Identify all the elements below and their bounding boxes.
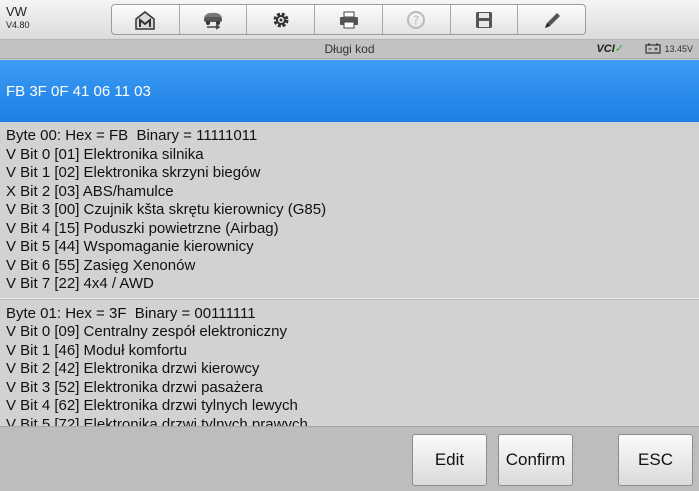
battery-icon [645, 43, 662, 54]
save-icon [475, 11, 492, 28]
svg-text:?: ? [413, 13, 419, 27]
gear-icon [273, 12, 289, 27]
print-button[interactable] [315, 5, 383, 34]
bit-line: V Bit 0 [09] Centralny zespół elektronic… [6, 323, 287, 340]
confirm-button[interactable]: Confirm [498, 434, 573, 486]
vci-status: VCI✓ [596, 42, 624, 55]
edit-pen-button[interactable] [518, 5, 585, 34]
edit-button[interactable]: Edit [412, 434, 487, 486]
byte-block[interactable]: Byte 00: Hex = FB Binary = 11111011 V Bi… [0, 122, 699, 299]
byte-block[interactable]: Byte 01: Hex = 3F Binary = 00111111 V Bi… [0, 298, 699, 427]
esc-button[interactable]: ESC [618, 434, 693, 486]
bit-line: V Bit 0 [01] Elektronika silnika [6, 145, 204, 163]
bit-line: V Bit 6 [55] Zasięg Xenonów [6, 256, 196, 274]
bit-line: X Bit 2 [03] ABS/hamulce [6, 182, 174, 200]
long-code-value: FB 3F 0F 41 06 11 03 [6, 83, 151, 100]
software-version: V4.80 [6, 20, 30, 30]
top-toolbar: VW V4.80 ? [0, 0, 699, 40]
bit-line: V Bit 3 [00] Czujnik kšta skrętu kierown… [6, 201, 327, 218]
battery-voltage: 13.45V [664, 43, 693, 54]
bit-line: V Bit 5 [44] Wspomaganie kierownicy [6, 238, 254, 255]
save-button[interactable] [451, 5, 519, 34]
settings-button[interactable] [247, 5, 316, 34]
bit-line: V Bit 2 [42] Elektronika drzwi kierowcy [6, 360, 260, 377]
toolbar-buttons: ? [111, 4, 586, 35]
bit-line: V Bit 4 [62] Elektronika drzwi tylnych l… [6, 397, 298, 414]
byte-header: Byte 01: Hex = 3F Binary = 00111111 [6, 304, 256, 322]
byte-decode-list[interactable]: Byte 00: Hex = FB Binary = 11111011 V Bi… [0, 122, 699, 426]
home-icon [135, 10, 156, 30]
bit-line: V Bit 5 [72] Elektronika drzwi tylnych p… [6, 415, 308, 427]
vehicle-swap-icon [204, 12, 223, 30]
bit-line: V Bit 1 [02] Elektronika skrzyni biegów [6, 164, 261, 181]
home-button[interactable] [112, 5, 180, 34]
brand-block: VW V4.80 [6, 5, 30, 31]
byte-header: Byte 00: Hex = FB Binary = 11111011 [6, 127, 258, 144]
bottom-action-bar: Edit Confirm ESC [0, 426, 699, 491]
help-button[interactable]: ? [383, 5, 451, 34]
bit-line: V Bit 7 [22] 4x4 / AWD [6, 275, 154, 292]
page-title: Długi kod [324, 42, 375, 56]
title-bar: Długi kod VCI✓ 13.45V [0, 40, 699, 59]
vehicle-swap-button[interactable] [180, 5, 248, 34]
bit-line: V Bit 3 [52] Elektronika drzwi pasażera [6, 378, 263, 396]
battery-status: 13.45V [645, 43, 693, 54]
pen-icon [544, 12, 560, 28]
printer-icon [339, 11, 358, 28]
brand-name: VW [6, 4, 27, 19]
vci-label: VCI [596, 43, 615, 55]
bit-line: V Bit 1 [46] Moduł komfortu [6, 341, 187, 359]
vci-connected-icon: ✓ [614, 43, 624, 55]
long-code-row[interactable]: FB 3F 0F 41 06 11 03 [0, 60, 699, 122]
bit-line: V Bit 4 [15] Poduszki powietrzne (Airbag… [6, 219, 279, 237]
help-icon: ? [407, 10, 426, 29]
